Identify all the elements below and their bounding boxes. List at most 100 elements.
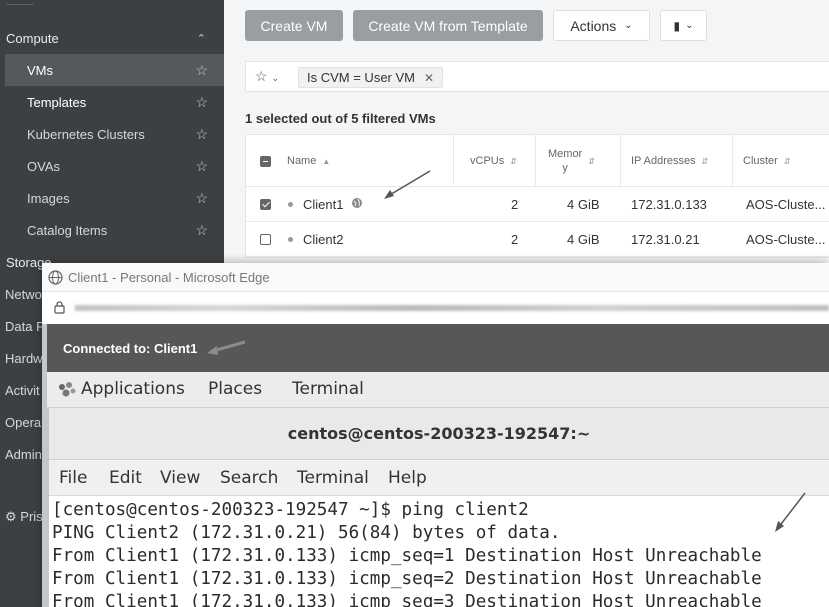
gnome-top-bar: Applications Places Terminal xyxy=(47,372,829,408)
vm-name: Client1 xyxy=(303,197,344,212)
menu-search[interactable]: Search xyxy=(220,468,278,488)
sidebar-item-kubernetes[interactable]: Kubernetes Clusters ☆ xyxy=(5,118,224,150)
terminal-menu-bar: File Edit View Search Terminal Help xyxy=(49,460,829,496)
window-title: Client1 - Personal - Microsoft Edge xyxy=(68,269,270,285)
star-icon[interactable]: ☆ ⌄ xyxy=(255,68,279,85)
sidebar-prism-label: Pris xyxy=(20,509,43,524)
sort-icon: ⇵ xyxy=(701,156,709,166)
column-label-wrap: Memor y xyxy=(548,148,582,174)
column-label: Cluster xyxy=(743,155,778,167)
edge-title-bar[interactable]: Client1 - Personal - Microsoft Edge xyxy=(42,263,829,292)
chevron-down-icon: ⌄ xyxy=(685,20,694,31)
column-memory[interactable]: Memor y ⇵ xyxy=(535,135,620,187)
address-bar[interactable] xyxy=(42,292,829,324)
menu-edit[interactable]: Edit xyxy=(109,468,142,488)
row-checkbox[interactable] xyxy=(260,187,271,222)
menu-file[interactable]: File xyxy=(59,468,87,488)
applications-menu[interactable]: Applications xyxy=(81,379,185,399)
column-cluster[interactable]: Cluster ⇵ xyxy=(732,135,829,187)
column-name[interactable]: Name ▲ xyxy=(277,135,453,187)
filter-chip-label: Is CVM = User VM xyxy=(307,70,415,85)
sidebar-item-label: VMs xyxy=(27,62,53,78)
star-icon[interactable]: ☆ xyxy=(195,126,208,143)
gear-icon: ⚙ xyxy=(5,509,17,524)
column-label: IP Addresses xyxy=(631,155,696,167)
menu-help[interactable]: Help xyxy=(388,468,427,488)
vm-name: Client2 xyxy=(303,232,344,247)
memory-cell: 4 GiB xyxy=(567,232,600,247)
column-ip[interactable]: IP Addresses ⇵ xyxy=(620,135,732,187)
sidebar-section-admin[interactable]: Admin xyxy=(5,447,42,462)
blurred-url xyxy=(75,305,829,311)
filter-bar[interactable]: ☆ ⌄ Is CVM = User VM ✕ xyxy=(245,61,829,92)
terminal-line: From Client1 (172.31.0.133) icmp_seq=1 D… xyxy=(52,546,762,566)
sidebar-item-images[interactable]: Images ☆ xyxy=(5,182,224,214)
sidebar-section-operations[interactable]: Opera xyxy=(5,415,41,430)
actions-dropdown[interactable]: Actions ⌄ xyxy=(553,10,650,41)
column-label: Name xyxy=(287,155,317,167)
table-row[interactable]: Client1 2 4 GiB 172.31.0.133 AOS-Cluste.… xyxy=(246,187,829,222)
bookmark-dropdown[interactable]: ▮ ⌄ xyxy=(660,10,707,41)
terminal-line: PING Client2 (172.31.0.21) 56(84) bytes … xyxy=(52,523,561,543)
globe-icon xyxy=(48,270,63,285)
annotation-arrow xyxy=(207,340,246,355)
row-checkbox[interactable] xyxy=(260,222,271,257)
close-icon[interactable]: ✕ xyxy=(424,71,434,85)
terminal-output[interactable]: [centos@centos-200323-192547 ~]$ ping cl… xyxy=(49,496,829,607)
menu-view[interactable]: View xyxy=(160,468,200,488)
sort-icon: ⇵ xyxy=(588,156,595,166)
sidebar-item-catalog[interactable]: Catalog Items ☆ xyxy=(5,214,224,246)
vm-name-cell[interactable]: Client2 xyxy=(288,222,343,257)
vm-name-cell[interactable]: Client1 xyxy=(288,187,363,222)
cluster-cell[interactable]: AOS-Cluste... xyxy=(746,222,825,257)
actions-label: Actions xyxy=(570,17,617,34)
terminal-title-bar[interactable]: centos@centos-200323-192547:~ xyxy=(49,408,829,460)
terminal-line: [centos@centos-200323-192547 ~]$ ping cl… xyxy=(52,500,529,520)
sidebar-section-data-protection[interactable]: Data P xyxy=(5,319,45,334)
sidebar-item-templates[interactable]: Templates ☆ xyxy=(5,86,224,118)
sidebar-item-label: Templates xyxy=(27,94,87,110)
star-icon[interactable]: ☆ xyxy=(195,94,208,111)
remote-console[interactable]: Connected to: Client1 Applications Place… xyxy=(42,324,829,607)
places-menu[interactable]: Places xyxy=(208,379,262,399)
sidebar-section-networking[interactable]: Netwo xyxy=(5,287,42,302)
applications-icon xyxy=(57,381,77,403)
ip-cell: 172.31.0.133 xyxy=(631,197,707,212)
chevron-up-icon: ⌃ xyxy=(196,32,206,45)
sidebar-item-ovas[interactable]: OVAs ☆ xyxy=(5,150,224,182)
create-vm-from-template-button[interactable]: Create VM from Template xyxy=(353,10,543,41)
bookmark-icon: ▮ xyxy=(673,18,681,33)
sort-icon: ⇵ xyxy=(510,156,517,166)
cluster-cell[interactable]: AOS-Cluste... xyxy=(746,187,825,222)
create-vm-button[interactable]: Create VM xyxy=(245,10,343,41)
select-all-checkbox[interactable] xyxy=(260,135,271,187)
star-icon[interactable]: ☆ xyxy=(195,62,208,79)
filter-chip[interactable]: Is CVM = User VM ✕ xyxy=(298,67,444,88)
sidebar-prism[interactable]: ⚙ Pris xyxy=(5,509,43,525)
menu-terminal[interactable]: Terminal xyxy=(297,468,369,488)
terminal-line: From Client1 (172.31.0.133) icmp_seq=2 D… xyxy=(52,569,762,589)
column-label: Memor xyxy=(548,148,583,160)
table-header: Name ▲ vCPUs ⇵ Memor y ⇵ IP Addresses ⇵ Clu… xyxy=(246,135,829,187)
sidebar-item-vms[interactable]: VMs ☆ xyxy=(5,54,224,86)
connection-status: Connected to: Client1 xyxy=(63,340,198,356)
sidebar-section-hardware[interactable]: Hardw xyxy=(5,351,43,366)
terminal-line: From Client1 (172.31.0.133) icmp_seq=3 D… xyxy=(52,592,762,607)
sidebar-divider xyxy=(6,4,34,5)
sidebar-item-label: Catalog Items xyxy=(27,222,108,238)
sidebar-section-activity[interactable]: Activit xyxy=(5,383,40,398)
connection-bar: Connected to: Client1 xyxy=(47,324,829,372)
table-row[interactable]: Client2 2 4 GiB 172.31.0.21 AOS-Cluste..… xyxy=(246,222,829,257)
star-icon[interactable]: ☆ xyxy=(195,158,208,175)
chevron-down-icon: ⌄ xyxy=(624,20,633,31)
screen: Compute ⌃ VMs ☆ Templates ☆ Kubernetes C… xyxy=(0,0,829,607)
star-icon[interactable]: ☆ xyxy=(195,190,208,207)
sidebar-section-compute[interactable]: Compute ⌃ xyxy=(0,25,224,51)
sidebar-item-label: Images xyxy=(27,190,70,206)
terminal-app-menu[interactable]: Terminal xyxy=(292,379,364,399)
console-globe-icon[interactable] xyxy=(351,197,363,212)
vm-table: Name ▲ vCPUs ⇵ Memor y ⇵ IP Addresses ⇵ Clu… xyxy=(245,134,829,258)
column-vcpus[interactable]: vCPUs ⇵ xyxy=(453,135,535,187)
sidebar-section-label: Compute xyxy=(6,30,59,46)
star-icon[interactable]: ☆ xyxy=(195,222,208,239)
